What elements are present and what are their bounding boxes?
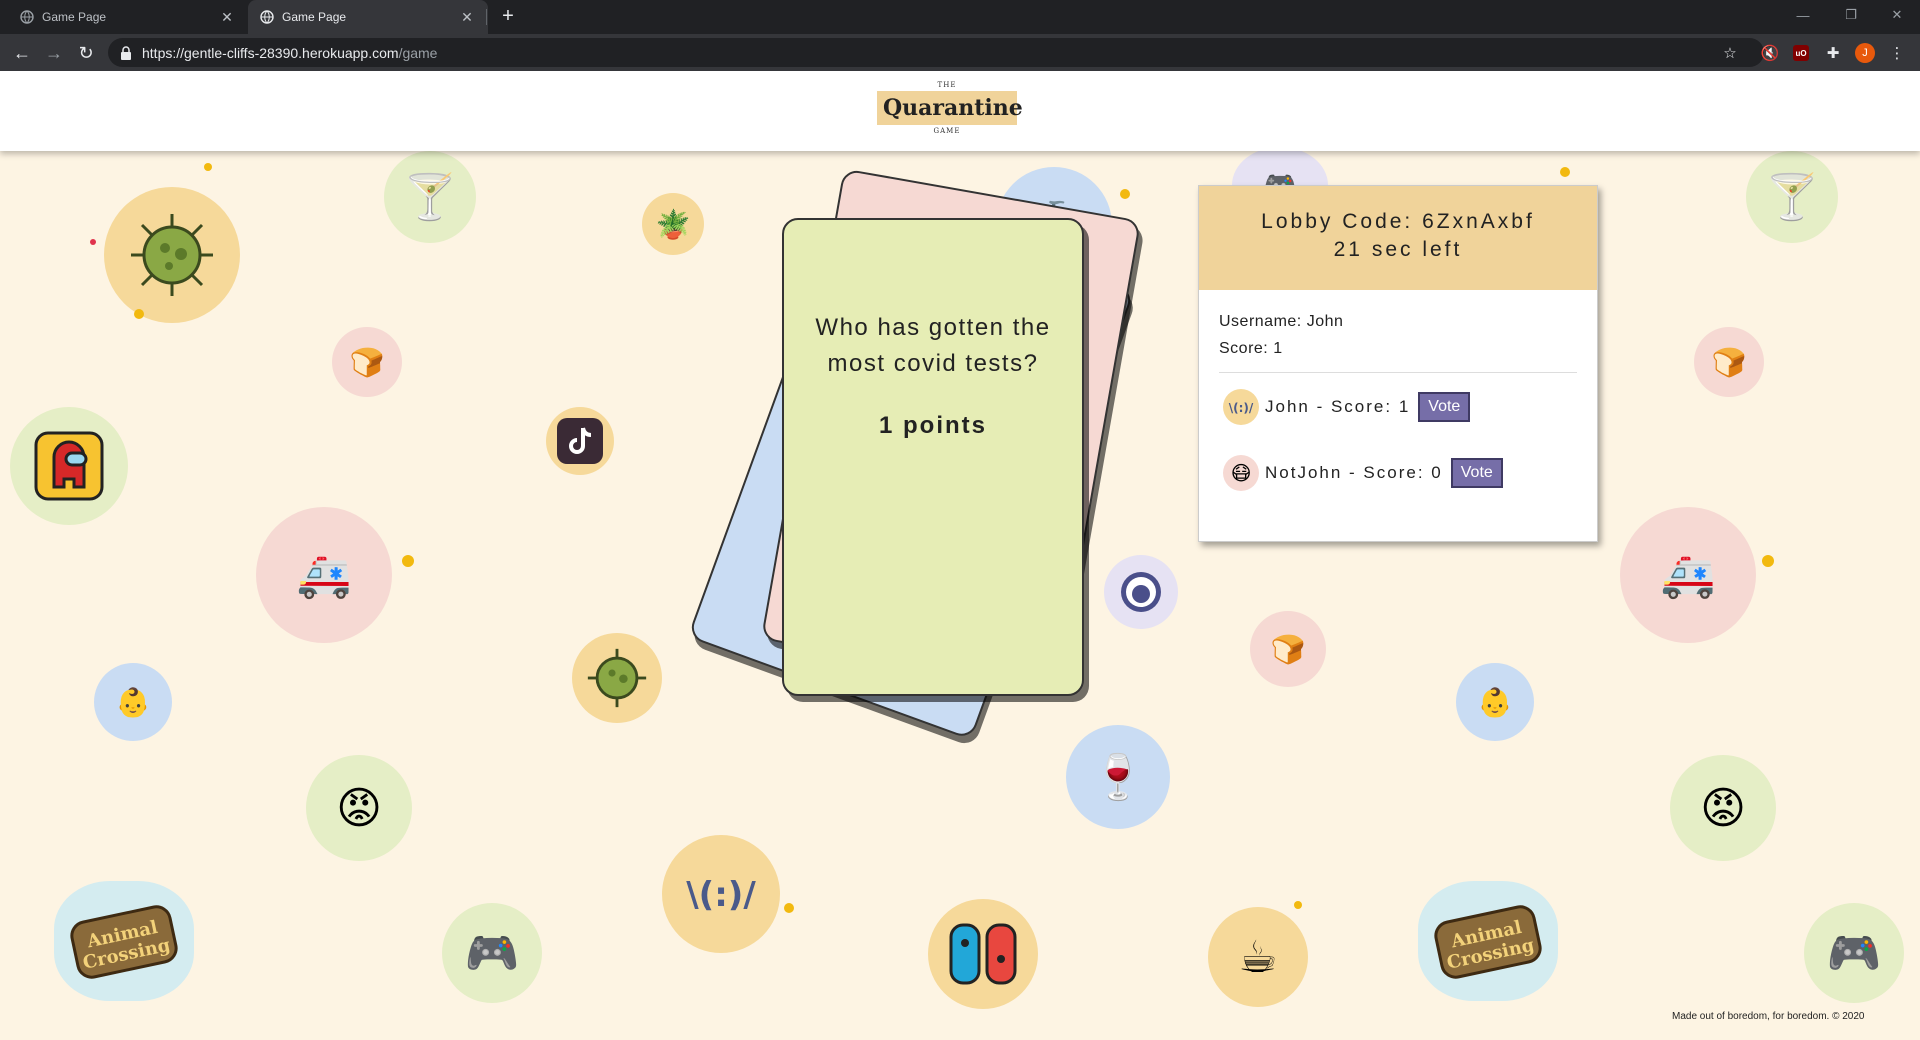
username-label: Username: John [1219, 313, 1344, 330]
tab-title: Game Page [282, 10, 347, 24]
reload-icon[interactable]: ↻ [72, 39, 100, 67]
virus-icon [572, 633, 662, 723]
url-host: https://gentle-cliffs-28390.herokuapp.co… [142, 44, 399, 61]
browser-tab-strip: Game Page ✕ Game Page ✕ + — ❐ ✕ [0, 0, 1920, 34]
address-bar[interactable]: https://gentle-cliffs-28390.herokuapp.co… [108, 38, 1764, 67]
score-label: Score: 1 [1219, 340, 1283, 357]
browser-tab-1[interactable]: Game Page ✕ [8, 0, 248, 34]
url-text: https://gentle-cliffs-28390.herokuapp.co… [142, 45, 437, 61]
page-viewport: THE Quarantine GAME 🍸 🪴 🧴 🎮 🍸 🍞 🍞 🚑 🚑 🍞 … [0, 71, 1920, 1040]
decor-dot [1560, 167, 1570, 177]
rage-face-icon: 😡 [306, 755, 412, 861]
browser-menu-icon[interactable]: ⋮ [1883, 39, 1911, 67]
tab-title: Game Page [42, 10, 107, 24]
lock-icon [121, 45, 131, 60]
profile-avatar[interactable]: J [1851, 39, 1879, 67]
decor-dot [1294, 901, 1302, 909]
globe-icon [20, 10, 34, 24]
question-text: Who has gotten the most covid tests? [815, 314, 1051, 377]
player-row: 😷 NotJohn - Score: 0 Vote [1219, 453, 1577, 493]
wine-icon: 🍷 [1066, 725, 1170, 829]
animal-crossing-icon: Animal Crossing [1418, 881, 1558, 1001]
lobby-body: Username: John Score: 1 \(:)/ John - Sco… [1199, 290, 1597, 493]
toast-icon: 🍞 [332, 327, 402, 397]
countdown-timer: 21 sec left [1333, 238, 1463, 261]
url-path: /game [398, 44, 438, 61]
decor-dot [204, 163, 212, 171]
minimize-icon[interactable]: — [1780, 0, 1826, 30]
switch-icon [928, 899, 1038, 1009]
site-logo[interactable]: THE Quarantine GAME [877, 81, 1023, 143]
lobby-panel: Lobby Code: 6ZxnAxbf 21 sec left Usernam… [1198, 185, 1598, 542]
logo-main-text: Quarantine [877, 91, 1023, 125]
ublock-extension-icon[interactable]: uO [1787, 39, 1815, 67]
player-name-score: John - Score: 1 [1265, 397, 1411, 416]
decor-dot [1762, 555, 1774, 567]
back-arrow-icon[interactable]: ← [8, 39, 36, 67]
lobby-header: Lobby Code: 6ZxnAxbf 21 sec left [1199, 186, 1597, 290]
new-tab-button[interactable]: + [496, 6, 520, 28]
browser-tab-2[interactable]: Game Page ✕ [248, 0, 488, 34]
vote-button[interactable]: Vote [1418, 392, 1471, 422]
ambulance-icon: 🚑 [256, 507, 392, 643]
toast-icon: 🍞 [1694, 327, 1764, 397]
forward-arrow-icon[interactable]: → [40, 39, 68, 67]
restore-icon[interactable]: ❐ [1828, 0, 1874, 30]
svg-text:\(:)/: \(:)/ [1229, 401, 1254, 415]
footer-text: Made out of boredom, for boredom. © 2020 [1672, 1011, 1865, 1022]
ambulance-icon: 🚑 [1620, 507, 1756, 643]
close-window-icon[interactable]: ✕ [1874, 0, 1920, 30]
player-row: \(:)/ John - Score: 1 Vote [1219, 387, 1577, 427]
bookmark-star-icon[interactable]: ☆ [1716, 39, 1744, 67]
martini-icon: 🍸 [1746, 151, 1838, 243]
points-value: 1 points [878, 412, 987, 439]
toast-icon: 🍞 [1250, 611, 1326, 687]
decor-dot [784, 903, 794, 913]
baby-icon: 👶 [1456, 663, 1534, 741]
divider [1219, 372, 1577, 373]
browser-toolbar: ← → ↻ https://gentle-cliffs-28390.heroku… [0, 34, 1920, 71]
tiktok-icon [546, 407, 614, 475]
coffee-icon: ☕ [1208, 907, 1308, 1007]
tab-divider [486, 9, 487, 25]
animal-crossing-icon: Animal Crossing [54, 881, 194, 1001]
plant-icon: 🪴 [642, 193, 704, 255]
decor-dot [90, 239, 96, 245]
decor-dot [1120, 189, 1130, 199]
vote-button[interactable]: Vote [1450, 458, 1503, 488]
close-tab-icon[interactable]: ✕ [458, 8, 476, 26]
baby-icon: 👶 [94, 663, 172, 741]
globe-icon [260, 10, 274, 24]
logo-top-text: THE [937, 81, 957, 89]
controller-icon: 🎮 [442, 903, 542, 1003]
site-header: THE Quarantine GAME [0, 71, 1920, 151]
logo-bottom-text: GAME [933, 127, 961, 135]
player-name-score: NotJohn - Score: 0 [1265, 463, 1443, 482]
among-us-icon [10, 407, 128, 525]
close-tab-icon[interactable]: ✕ [218, 8, 236, 26]
extensions-puzzle-icon[interactable]: ✚ [1819, 39, 1847, 67]
virus-icon [104, 187, 240, 323]
rage-face-icon: 😡 [1670, 755, 1776, 861]
svg-text:\(:)/: \(:)/ [686, 875, 756, 915]
decor-dot [134, 309, 144, 319]
github-icon [1104, 555, 1178, 629]
lobby-code: Lobby Code: 6ZxnAxbf [1261, 210, 1535, 233]
shrug-emoticon-icon: \(:)/ [662, 835, 780, 953]
masked-face-avatar: 😷 [1223, 455, 1259, 491]
question-card[interactable]: Who has gotten the most covid tests? 1 p… [782, 218, 1084, 696]
controller-icon: 🎮 [1804, 903, 1904, 1003]
martini-icon: 🍸 [384, 151, 476, 243]
shrug-avatar: \(:)/ [1223, 389, 1259, 425]
tab-muted-icon[interactable]: 🔇 [1756, 39, 1784, 67]
decor-dot [402, 555, 414, 567]
